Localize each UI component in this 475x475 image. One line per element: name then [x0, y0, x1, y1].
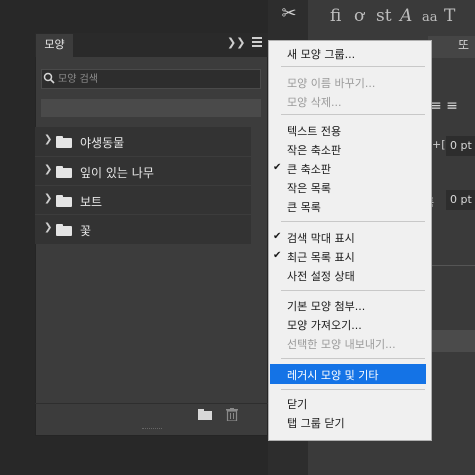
- list-item-label: 보트: [80, 195, 103, 209]
- right-field-text: 또: [458, 38, 470, 52]
- list-item[interactable]: ❯ 야생동물: [35, 127, 251, 156]
- pt-field-1[interactable]: 0 pt: [446, 136, 475, 156]
- menu-separator: [281, 221, 425, 222]
- pt-field-2[interactable]: 0 pt: [446, 190, 475, 210]
- menu-item-small-thumbnail[interactable]: 작은 축소판: [287, 142, 341, 158]
- folder-icon: [56, 166, 72, 178]
- tab-shapes[interactable]: 모양: [36, 34, 73, 57]
- list-item-label: 잎이 있는 나무: [80, 166, 154, 180]
- search-icon: [43, 72, 57, 86]
- folder-icon: [56, 224, 72, 236]
- menu-separator: [281, 389, 425, 390]
- chevron-right-icon[interactable]: ❯: [44, 164, 52, 175]
- chevron-right-icon[interactable]: ❯: [44, 134, 52, 145]
- recent-shapes-bar: [41, 99, 261, 117]
- panel-footer-divider: [35, 403, 268, 404]
- list-item-label: 꽃: [80, 224, 92, 238]
- list-item[interactable]: ❯ 잎이 있는 나무: [35, 157, 251, 186]
- menu-item-large-list[interactable]: 큰 목록: [287, 199, 321, 215]
- indent-icon: +[: [432, 138, 446, 151]
- panel-menu-icon[interactable]: [252, 37, 262, 47]
- menu-item-legacy-shapes[interactable]: 레거시 모양 및 기타: [287, 367, 378, 383]
- new-group-folder-icon[interactable]: [198, 409, 212, 420]
- checkmark-icon: ✔: [273, 231, 282, 242]
- menu-separator: [281, 114, 425, 115]
- resize-grip[interactable]: [142, 428, 162, 432]
- menu-item-small-list[interactable]: 작은 목록: [287, 180, 331, 196]
- glyph-swash[interactable]: ơ: [354, 6, 364, 26]
- menu-item-close[interactable]: 닫기: [287, 396, 307, 412]
- folder-icon: [56, 195, 72, 207]
- menu-item-show-search-bar[interactable]: 검색 막대 표시: [287, 230, 355, 246]
- menu-separator: [281, 66, 425, 67]
- menu-item-import-shapes[interactable]: 모양 가져오기...: [287, 317, 362, 333]
- chevron-right-icon[interactable]: ❯: [44, 222, 52, 233]
- list-item[interactable]: ❯ 보트: [35, 186, 251, 215]
- chevron-right-icon[interactable]: ❯: [44, 193, 52, 204]
- search-input[interactable]: [58, 71, 248, 87]
- glyph-a[interactable]: A: [400, 6, 412, 26]
- menu-item-append-default-shapes[interactable]: 기본 모양 첨부...: [287, 298, 365, 314]
- trash-icon[interactable]: [226, 408, 238, 422]
- scrollbar[interactable]: [251, 127, 261, 403]
- list-item[interactable]: ❯ 꽃: [35, 215, 251, 244]
- menu-item-rename-shape[interactable]: 모양 이름 바꾸기...: [287, 75, 375, 91]
- menu-item-large-thumbnail[interactable]: 큰 축소판: [287, 161, 331, 177]
- glyph-t[interactable]: T: [444, 6, 455, 26]
- menu-item-delete-shape[interactable]: 모양 삭제...: [287, 94, 341, 110]
- glyph-aa[interactable]: aa: [422, 10, 438, 25]
- menu-item-close-tab-group[interactable]: 탭 그룹 닫기: [287, 415, 345, 431]
- collapse-panel-icon[interactable]: ❯❯: [227, 36, 245, 49]
- menu-item-preset-state[interactable]: 사전 설정 상태: [287, 268, 355, 284]
- menu-item-export-selected[interactable]: 선택한 모양 내보내기...: [287, 336, 396, 352]
- menu-item-show-recents[interactable]: 최근 목록 표시: [287, 249, 355, 265]
- menu-item-new-shape-group[interactable]: 새 모양 그룹...: [287, 46, 355, 62]
- checkmark-icon: ✔: [273, 162, 282, 173]
- scissors-icon[interactable]: ✂: [277, 3, 301, 25]
- align-icons[interactable]: ≡ ≡: [430, 98, 458, 114]
- opentype-glyph-row[interactable]: fi ơ st A aa T: [318, 4, 475, 32]
- checkmark-icon: ✔: [273, 250, 282, 261]
- list-item-label: 야생동물: [80, 136, 125, 150]
- glyph-fi[interactable]: fi: [330, 6, 341, 26]
- menu-item-text-only[interactable]: 텍스트 전용: [287, 123, 341, 139]
- menu-separator: [281, 358, 425, 359]
- glyph-st[interactable]: st: [376, 6, 392, 26]
- menu-separator: [281, 290, 425, 291]
- folder-icon: [56, 136, 72, 148]
